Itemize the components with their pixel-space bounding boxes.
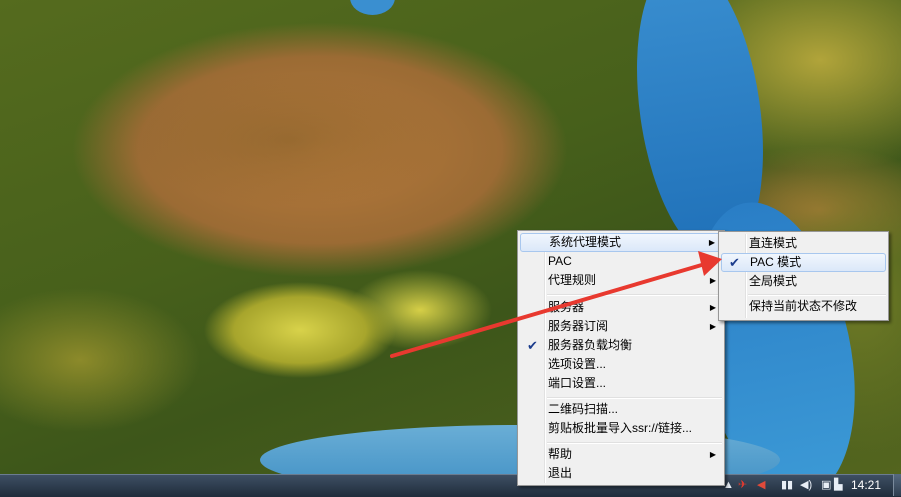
submenu-item-direct[interactable]: 直连模式 bbox=[721, 234, 886, 253]
menu-item-label: 保持当前状态不修改 bbox=[749, 299, 858, 313]
menu-item-label: 直连模式 bbox=[749, 236, 798, 250]
triangle-right-icon: ▶ bbox=[709, 257, 716, 266]
triangle-right-icon: ▶ bbox=[709, 450, 716, 459]
tray-context-menu: 系统代理模式 ▶ PAC ▶ 代理规则 ▶ 服务器 ▶ 服务器订阅 ▶ ✔ 服务… bbox=[517, 230, 725, 486]
check-icon: ✔ bbox=[527, 338, 538, 353]
menu-item-pac[interactable]: PAC ▶ bbox=[520, 252, 722, 271]
tray-flag-icon[interactable]: ▙ bbox=[834, 478, 842, 492]
menu-separator bbox=[748, 294, 886, 296]
menu-separator bbox=[547, 397, 722, 399]
menu-item-proxy-rules[interactable]: 代理规则 ▶ bbox=[520, 271, 722, 290]
river-top bbox=[350, 0, 395, 15]
triangle-right-icon: ▶ bbox=[708, 238, 715, 247]
menu-item-label: PAC bbox=[548, 254, 572, 268]
menu-separator bbox=[547, 294, 722, 296]
menu-item-label: 系统代理模式 bbox=[549, 235, 622, 249]
menu-item-label: 服务器订阅 bbox=[548, 319, 609, 333]
menu-item-label: 选项设置... bbox=[548, 357, 607, 371]
menu-item-label: 端口设置... bbox=[548, 376, 607, 390]
menu-separator bbox=[547, 442, 722, 444]
taskbar-clock[interactable]: 14:21 bbox=[846, 476, 886, 494]
menu-item-label: 服务器负载均衡 bbox=[548, 338, 633, 352]
menu-item-label: 代理规则 bbox=[548, 273, 597, 287]
taskbar bbox=[0, 474, 901, 497]
menu-item-help[interactable]: 帮助 ▶ bbox=[520, 445, 722, 464]
show-desktop-button[interactable] bbox=[893, 474, 901, 496]
tray-device-icon[interactable]: ▣ bbox=[821, 478, 831, 492]
menu-item-servers[interactable]: 服务器 ▶ bbox=[520, 298, 722, 317]
submenu-item-global[interactable]: 全局模式 bbox=[721, 272, 886, 291]
menu-item-options[interactable]: 选项设置... bbox=[520, 355, 722, 374]
triangle-right-icon: ▶ bbox=[709, 322, 716, 331]
menu-item-label: 退出 bbox=[548, 466, 573, 480]
menu-item-load-balance[interactable]: ✔ 服务器负载均衡 bbox=[520, 336, 722, 355]
proxy-mode-submenu: 直连模式 ✔ PAC 模式 全局模式 保持当前状态不修改 bbox=[718, 231, 889, 321]
tray-ssr-icon[interactable]: ✈ bbox=[738, 478, 747, 492]
tray-warning-icon[interactable]: ◀ bbox=[757, 478, 765, 492]
menu-item-label: 服务器 bbox=[548, 300, 585, 314]
menu-item-clipboard-import[interactable]: 剪贴板批量导入ssr://链接... bbox=[520, 419, 722, 438]
menu-item-qrcode-scan[interactable]: 二维码扫描... bbox=[520, 400, 722, 419]
menu-item-server-subscription[interactable]: 服务器订阅 ▶ bbox=[520, 317, 722, 336]
check-icon: ✔ bbox=[729, 255, 740, 270]
submenu-item-keep-current[interactable]: 保持当前状态不修改 bbox=[721, 297, 886, 316]
triangle-right-icon: ▶ bbox=[709, 303, 716, 312]
menu-item-port-settings[interactable]: 端口设置... bbox=[520, 374, 722, 393]
menu-item-label: 全局模式 bbox=[749, 274, 798, 288]
triangle-right-icon: ▶ bbox=[709, 276, 716, 285]
menu-item-label: 帮助 bbox=[548, 447, 573, 461]
tray-network-icon[interactable]: ▮▮ bbox=[781, 478, 793, 492]
menu-item-label: 二维码扫描... bbox=[548, 402, 619, 416]
menu-item-exit[interactable]: 退出 bbox=[520, 464, 722, 483]
tray-volume-icon[interactable]: ◀) bbox=[800, 478, 812, 492]
menu-item-label: PAC 模式 bbox=[750, 255, 802, 269]
submenu-item-pac-mode[interactable]: ✔ PAC 模式 bbox=[721, 253, 886, 272]
menu-item-label: 剪贴板批量导入ssr://链接... bbox=[548, 421, 693, 435]
menu-item-system-proxy-mode[interactable]: 系统代理模式 ▶ bbox=[520, 233, 722, 252]
